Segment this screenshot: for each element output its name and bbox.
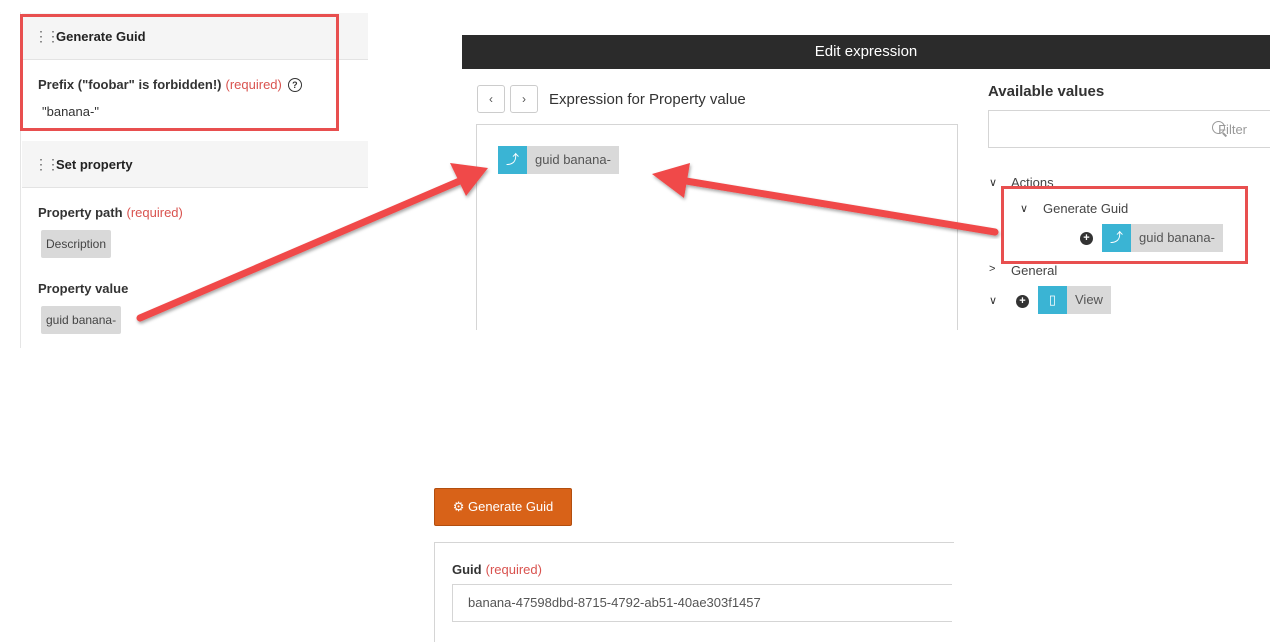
guid-input[interactable]: banana-47598dbd-8715-4792-ab51-40ae303f1… [452, 584, 952, 622]
token-label: View [1067, 286, 1111, 314]
step-header-set-property[interactable]: ⋮⋮ Set property [22, 141, 368, 188]
add-icon[interactable]: + [1016, 295, 1029, 308]
chevron-down-icon[interactable]: ∨ [989, 176, 997, 189]
property-value-label: Property value [38, 281, 129, 296]
document-icon: ▯ [1038, 286, 1067, 314]
property-path-label: Property path (required) [38, 205, 183, 220]
chevron-right-icon: › [522, 92, 526, 106]
available-values-title: Available values [988, 83, 1105, 100]
drag-handle-icon[interactable]: ⋮⋮ [34, 157, 60, 171]
chevron-left-icon: ‹ [489, 92, 493, 106]
required-marker: (required) [485, 562, 542, 577]
expression-title: Expression for Property value [549, 91, 746, 108]
edit-expression-dialog: Edit expression ‹ › Expression for Prope… [462, 35, 1270, 330]
generate-guid-button[interactable]: ⚙ Generate Guid [434, 488, 572, 526]
back-button[interactable]: ‹ [477, 85, 505, 113]
filter-placeholder: Filter [1218, 122, 1247, 137]
generate-guid-button-label: Generate Guid [468, 499, 554, 514]
token-label: guid banana- [527, 146, 619, 174]
guid-label-text: Guid [452, 562, 482, 577]
forward-button[interactable]: › [510, 85, 538, 113]
property-path-chip[interactable]: Description [41, 230, 112, 258]
property-value-chip[interactable]: guid banana- [41, 306, 122, 334]
highlight-box-guid-value [1001, 186, 1248, 264]
tree-node-general[interactable]: General [1011, 263, 1057, 278]
dialog-title: Edit expression [462, 35, 1270, 69]
expression-editor[interactable]: ⤴ guid banana- [476, 124, 958, 330]
expression-token[interactable]: ⤴ guid banana- [498, 146, 619, 174]
guid-label: Guid (required) [452, 562, 542, 577]
highlight-box-generate-guid [20, 14, 339, 131]
gear-icon: ⚙ [452, 499, 465, 514]
chevron-down-icon[interactable]: ∨ [989, 294, 997, 307]
filter-input[interactable]: Filter [988, 110, 1270, 148]
step-title: Set property [56, 156, 133, 172]
trend-icon: ⤴ [498, 146, 527, 174]
view-token[interactable]: ▯ View [1038, 286, 1111, 314]
required-marker: (required) [126, 205, 183, 220]
property-path-label-text: Property path [38, 205, 123, 220]
chevron-right-icon[interactable]: > [989, 263, 995, 275]
